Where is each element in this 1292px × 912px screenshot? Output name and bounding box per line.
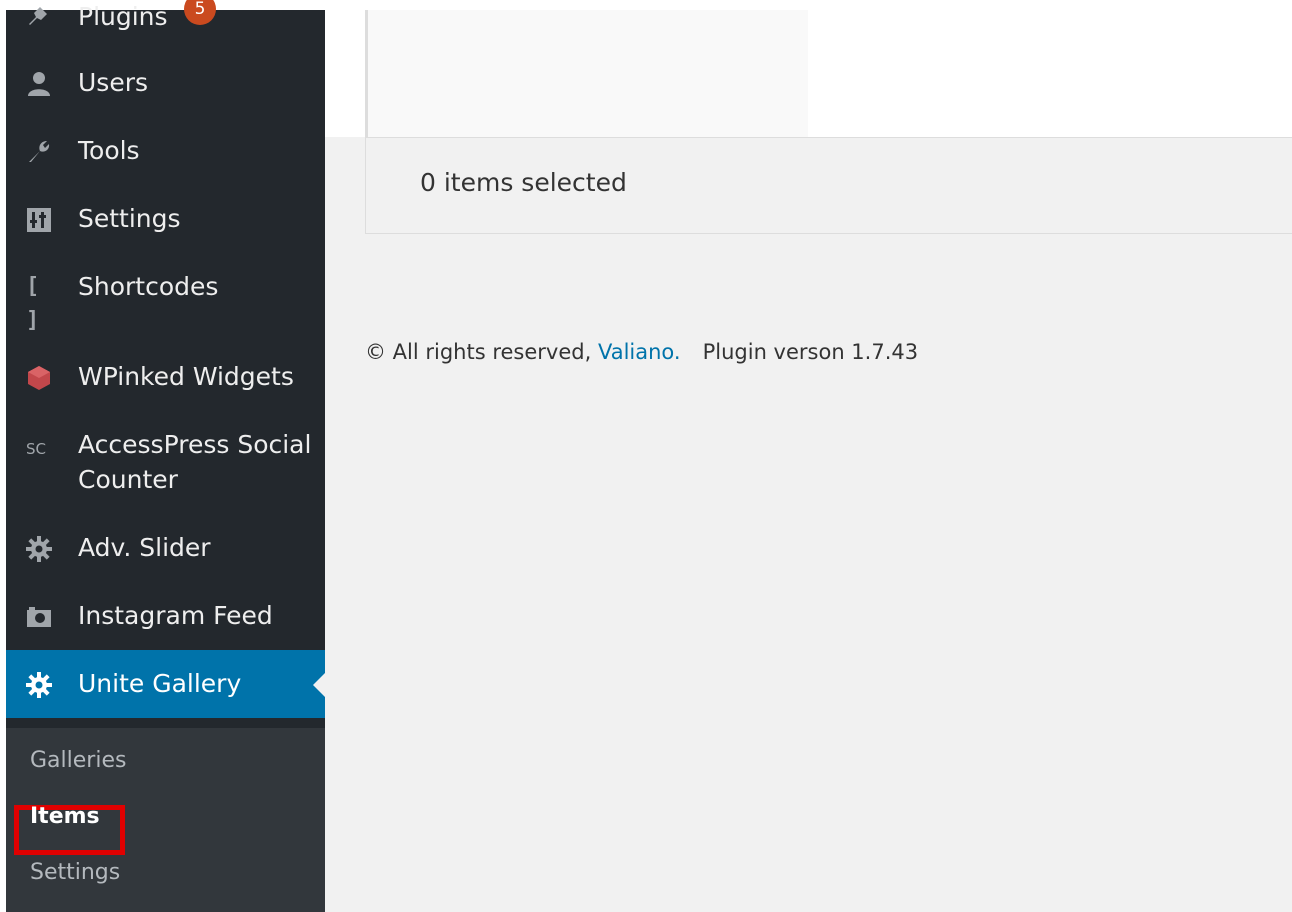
submenu-item-settings[interactable]: Settings: [30, 860, 120, 885]
menu-item-settings[interactable]: Settings: [6, 202, 325, 236]
menu-item-adv-slider[interactable]: Adv. Slider: [6, 531, 325, 565]
gear-icon: [26, 536, 52, 562]
menu-label: AccessPress Social: [78, 430, 312, 459]
admin-sidebar: Plugins 5 Users Tools Settings [] Short…: [6, 0, 325, 912]
unite-gallery-submenu: Galleries Items Settings: [6, 728, 325, 912]
menu-item-wpinked-widgets[interactable]: WPinked Widgets: [6, 360, 325, 394]
menu-item-instagram-feed[interactable]: Instagram Feed: [6, 599, 325, 633]
plugin-icon: [29, 7, 47, 25]
menu-label-line2: Counter: [78, 465, 178, 494]
users-icon: [28, 72, 50, 96]
sc-icon: SC: [26, 440, 46, 458]
items-panel: [365, 10, 808, 137]
items-selected-count: 0 items selected: [420, 168, 627, 197]
menu-label: Adv. Slider: [78, 533, 211, 562]
camera-icon: [27, 607, 51, 627]
update-count-badge: 5: [184, 0, 216, 25]
menu-item-plugins[interactable]: Plugins 5: [6, 0, 325, 34]
menu-label: Tools: [78, 136, 140, 165]
menu-label: Users: [78, 68, 149, 97]
valiano-link[interactable]: Valiano.: [598, 340, 681, 364]
menu-label: Unite Gallery: [78, 669, 242, 698]
menu-item-unite-gallery[interactable]: Unite Gallery: [6, 650, 325, 718]
plugin-footer: © All rights reserved, Valiano. Plugin ve…: [365, 340, 918, 364]
wrench-icon: [29, 141, 50, 162]
menu-item-users[interactable]: Users: [6, 66, 325, 100]
selection-status-bar: 0 items selected: [365, 137, 1292, 234]
gear-icon: [26, 672, 52, 698]
content-top-area: [325, 10, 1292, 137]
menu-label: Shortcodes: [78, 272, 219, 301]
plugin-version-text: Plugin verson 1.7.43: [702, 340, 919, 364]
submenu-item-items[interactable]: Items: [30, 804, 100, 829]
menu-label: WPinked Widgets: [78, 362, 294, 391]
hexagon-icon: [28, 366, 50, 390]
submenu-item-galleries[interactable]: Galleries: [30, 748, 126, 773]
settings-icon: [27, 208, 51, 232]
menu-label: Instagram Feed: [78, 601, 273, 630]
menu-item-accesspress-social-counter[interactable]: SC AccessPress Social Counter: [6, 428, 325, 498]
wp-admin-page: Plugins 5 Users Tools Settings [] Short…: [0, 0, 1292, 912]
copyright-text: © All rights reserved,: [365, 340, 592, 364]
brackets-icon: [ ]: [26, 274, 40, 333]
menu-label: Plugins: [78, 2, 168, 31]
menu-item-tools[interactable]: Tools: [6, 134, 325, 168]
menu-item-shortcodes[interactable]: [ ] Shortcodes: [6, 270, 325, 333]
main-content: 0 items selected © All rights reserved, …: [325, 10, 1292, 912]
active-indicator-arrow: [313, 673, 325, 697]
menu-label: Settings: [78, 204, 181, 233]
